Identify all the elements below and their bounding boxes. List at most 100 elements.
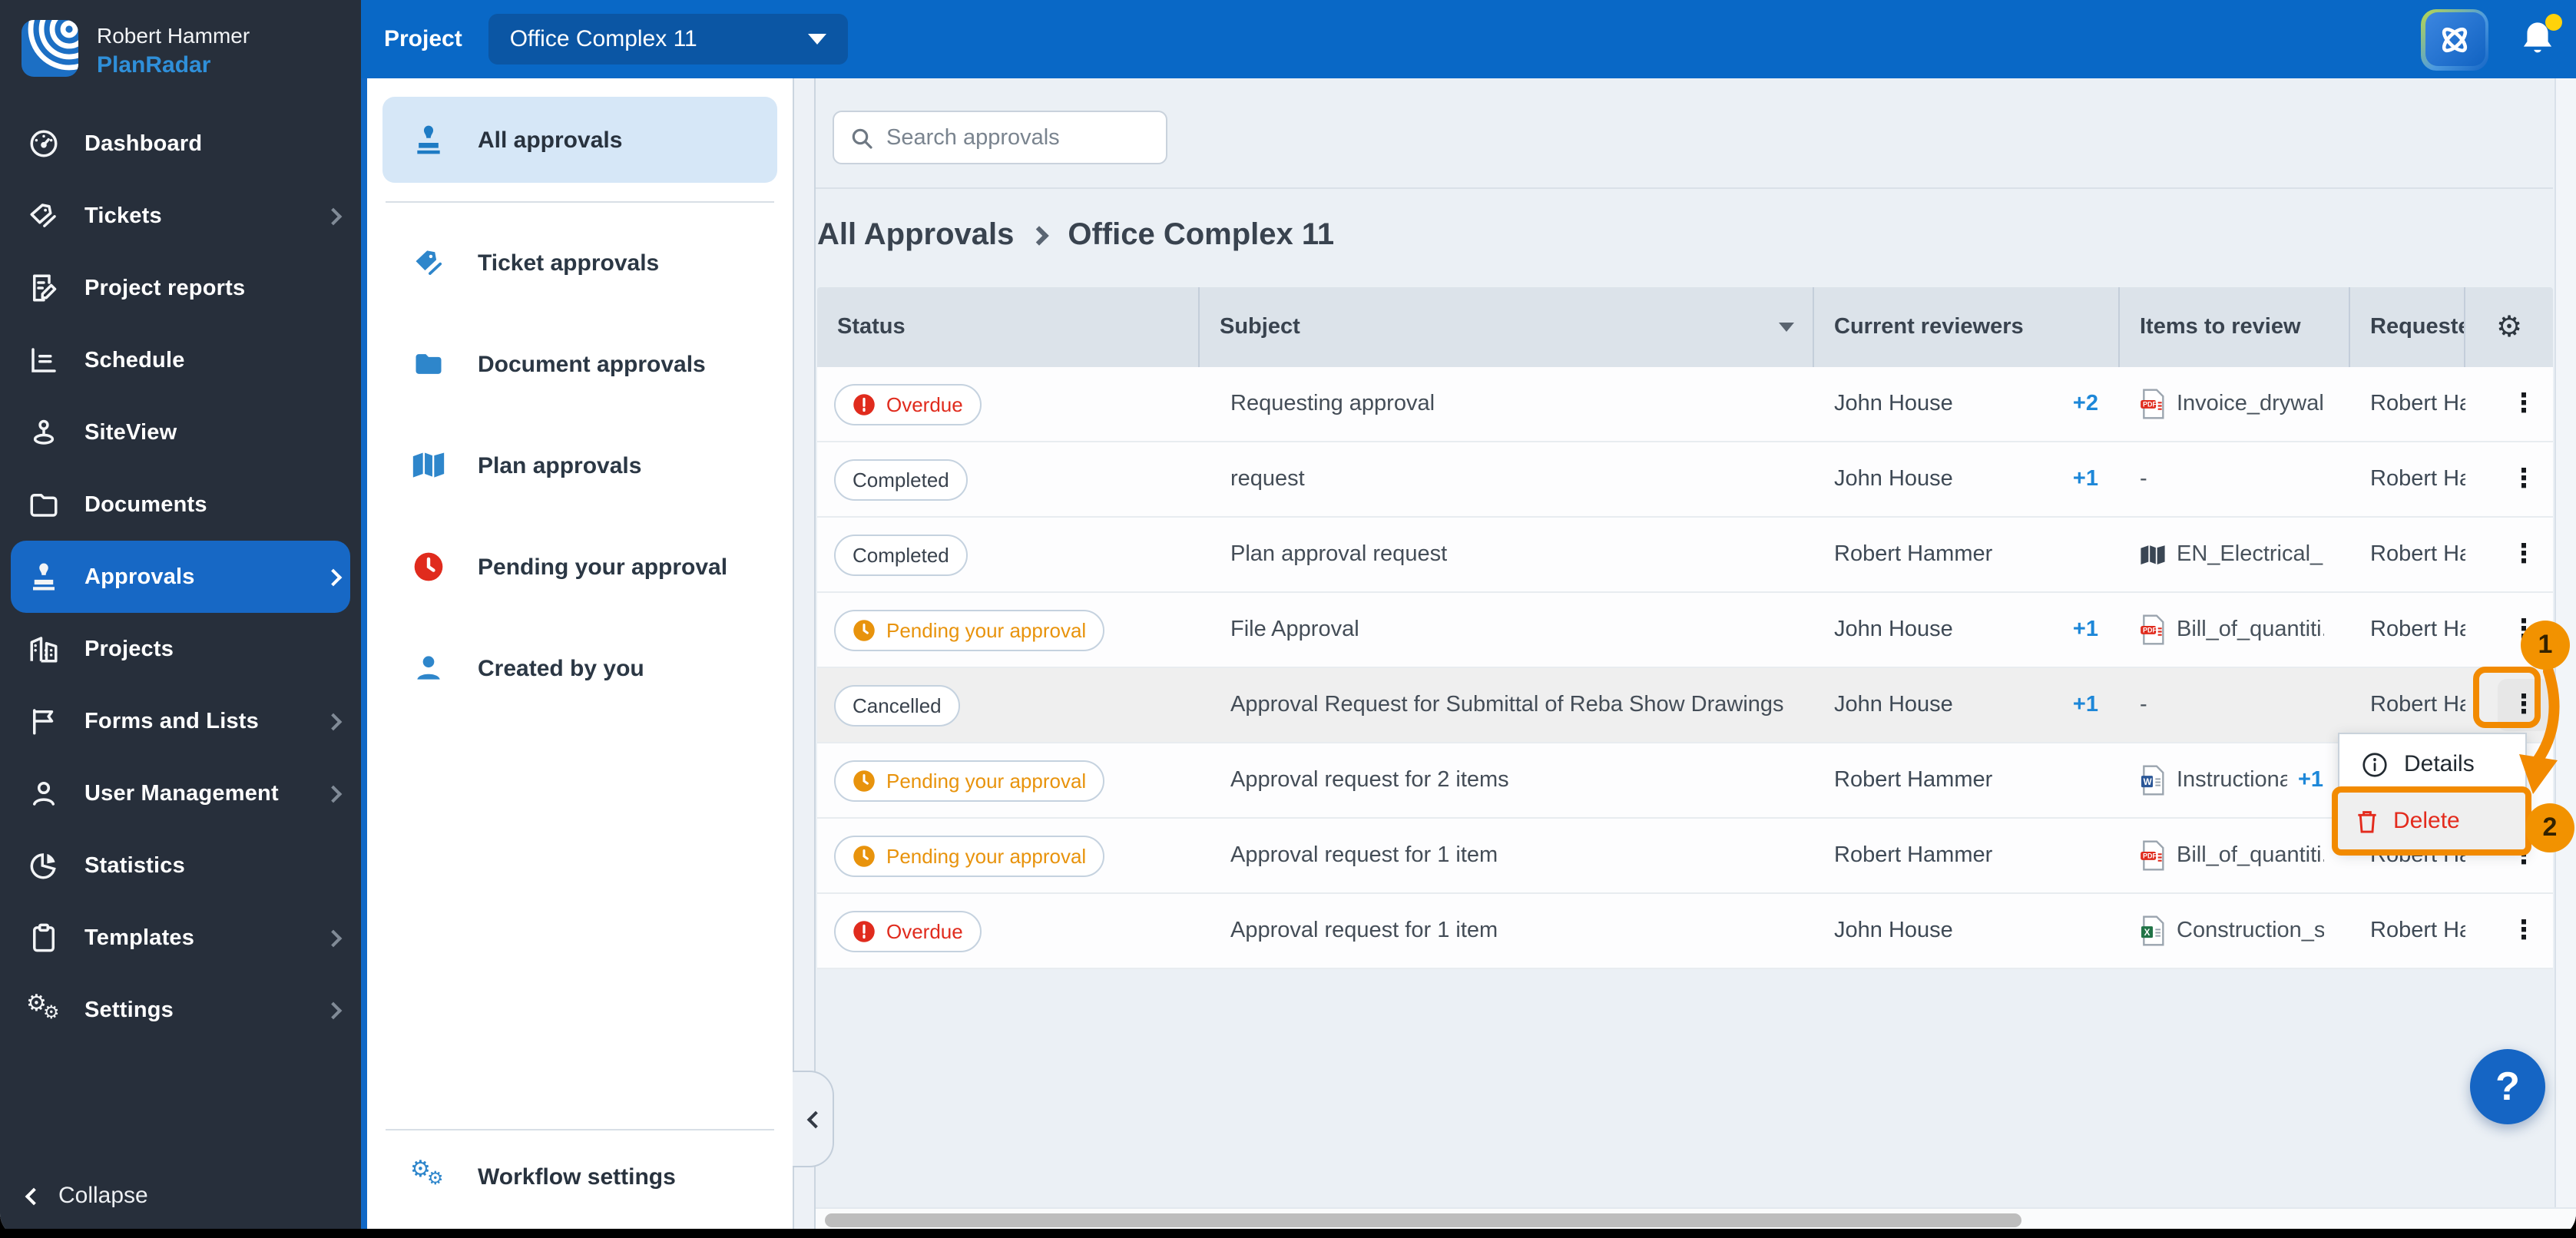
filter-pending-your-approval[interactable]: Pending your approval	[367, 516, 793, 617]
table-row[interactable]: Completed Plan approval request Robert H…	[817, 518, 2553, 593]
sidebar-item-templates[interactable]: Templates	[0, 902, 361, 974]
horizontal-scrollbar-thumb[interactable]	[825, 1213, 2021, 1226]
reviewers-cell: John House +1	[1814, 668, 2120, 742]
row-menu-button[interactable]: ⋮	[2498, 528, 2550, 581]
annotation-step-2: 2	[2525, 803, 2574, 852]
status-badge-pending: Pending your approval	[834, 760, 1105, 801]
column-header-subject[interactable]: Subject	[1200, 287, 1814, 367]
breadcrumb-root[interactable]: All Approvals	[817, 217, 1014, 253]
svg-text:PDF: PDF	[2143, 627, 2157, 634]
planradar-connect-icon[interactable]	[2421, 8, 2488, 70]
subject-cell: Approval request for 1 item	[1230, 919, 1498, 943]
chevron-right-icon	[324, 1001, 343, 1019]
gear-icon: ⚙	[2495, 310, 2523, 344]
requester-cell: Robert Ha	[2370, 693, 2465, 717]
table-row[interactable]: Completed request John House +1 - Robert …	[817, 442, 2553, 518]
chevron-right-icon	[324, 568, 343, 586]
sidebar-item-project-reports[interactable]: Project reports	[0, 252, 361, 324]
pdf-file-icon: PDF	[2140, 389, 2166, 419]
divider	[386, 1129, 774, 1130]
items-cell: WInstructiona...+1	[2120, 743, 2350, 817]
filter-ticket-approvals[interactable]: Ticket approvals	[367, 212, 793, 313]
panel-gutter	[793, 78, 834, 1229]
sidebar-item-schedule[interactable]: Schedule	[0, 324, 361, 396]
more-items-link[interactable]: +1	[2298, 768, 2329, 793]
sidebar-item-tickets[interactable]: Tickets	[0, 180, 361, 252]
top-bar: Project Office Complex 11	[361, 0, 2576, 78]
sidebar-item-forms-and-lists[interactable]: Forms and Lists	[0, 685, 361, 757]
row-menu-button[interactable]: ⋮	[2498, 905, 2550, 957]
svg-text:W: W	[2144, 777, 2152, 787]
table-row[interactable]: Pending your approval File Approval John…	[817, 593, 2553, 668]
row-menu-button[interactable]: ⋮	[2498, 453, 2550, 505]
collapse-sidebar-button[interactable]: Collapse	[25, 1183, 148, 1209]
subject-cell: Approval Request for Submittal of Reba S…	[1230, 693, 1784, 717]
column-header-items-to-review[interactable]: Items to review	[2120, 287, 2350, 367]
column-header-current-reviewers[interactable]: Current reviewers	[1814, 287, 2120, 367]
user-name: Robert Hammer	[97, 23, 250, 48]
filter-created-by-you[interactable]: Created by you	[367, 617, 793, 719]
search-box[interactable]	[833, 111, 1167, 164]
table-row[interactable]: Cancelled Approval Request for Submittal…	[817, 668, 2553, 743]
sidebar-item-settings[interactable]: ⚙ ⚙ Settings	[0, 974, 361, 1046]
chevron-right-icon	[324, 712, 343, 730]
sidebar-item-approvals[interactable]: Approvals	[11, 541, 350, 613]
row-menu-button[interactable]: ⋮	[2498, 378, 2550, 430]
filter-plan-approvals[interactable]: Plan approvals	[367, 415, 793, 516]
brand-name: PlanRadar	[97, 52, 211, 78]
sidebar-item-statistics[interactable]: Statistics	[0, 829, 361, 902]
column-settings-button[interactable]: ⚙	[2465, 287, 2553, 367]
notifications-bell-icon[interactable]	[2518, 13, 2562, 61]
menu-item-delete[interactable]: Delete	[2332, 786, 2531, 856]
user-icon	[26, 776, 60, 810]
collapse-panel-handle[interactable]	[793, 1071, 834, 1167]
reviewers-cell: John House +1	[1814, 442, 2120, 516]
breadcrumb-current: Office Complex 11	[1068, 217, 1335, 251]
filter-all-approvals[interactable]: All approvals	[382, 97, 777, 183]
table-row[interactable]: Pending your approval Approval request f…	[817, 819, 2553, 894]
more-reviewers-link[interactable]: +1	[2073, 467, 2120, 492]
status-badge-pending: Pending your approval	[834, 835, 1105, 876]
help-button[interactable]: ?	[2470, 1049, 2545, 1124]
status-badge-cancelled: Cancelled	[834, 684, 960, 726]
items-cell: -	[2140, 693, 2147, 717]
column-header-requester[interactable]: Requester	[2350, 287, 2465, 367]
sidebar-item-dashboard[interactable]: Dashboard	[0, 108, 361, 180]
project-select[interactable]: Office Complex 11	[488, 14, 848, 65]
items-cell: PDF Bill_of_quantiti...	[2120, 593, 2350, 667]
trash-icon	[2355, 807, 2379, 835]
project-reports-icon	[26, 271, 60, 305]
more-reviewers-link[interactable]: +1	[2073, 617, 2120, 642]
planradar-logo-icon	[22, 20, 78, 77]
items-cell: EN_Electrical_...	[2120, 518, 2350, 591]
requester-cell: Robert Ha	[2370, 617, 2465, 642]
project-label: Project	[384, 26, 462, 52]
search-input[interactable]	[886, 125, 1151, 150]
workflow-settings-button[interactable]: ⚙ ⚙ Workflow settings	[367, 1155, 793, 1195]
horizontal-scrollbar[interactable]	[816, 1207, 2576, 1229]
siteview-icon	[26, 415, 60, 449]
documents-icon	[26, 488, 60, 521]
reviewers-cell: Robert Hammer	[1834, 843, 1993, 868]
sidebar-item-documents[interactable]: Documents	[0, 468, 361, 541]
chevron-left-icon	[806, 1110, 825, 1128]
menu-item-details[interactable]: Details	[2339, 734, 2525, 794]
stamp-icon	[410, 121, 447, 158]
sidebar-item-siteview[interactable]: SiteView	[0, 396, 361, 468]
table-row[interactable]: Pending your approval Approval request f…	[817, 743, 2553, 819]
sidebar-item-user-management[interactable]: User Management	[0, 757, 361, 829]
chevron-right-icon	[324, 784, 343, 803]
more-reviewers-link[interactable]: +2	[2073, 392, 2120, 416]
status-badge-pending: Pending your approval	[834, 609, 1105, 650]
map-icon	[410, 447, 447, 484]
table-row[interactable]: Overdue Requesting approval John House +2…	[817, 367, 2553, 442]
notification-badge-dot	[2545, 13, 2562, 30]
approvals-sidebar: All approvals Ticket approvals Document …	[361, 78, 793, 1229]
table-row[interactable]: Overdue Approval request for 1 item John…	[817, 894, 2553, 969]
requester-cell: Robert Ha	[2370, 542, 2465, 567]
filter-document-approvals[interactable]: Document approvals	[367, 313, 793, 415]
schedule-icon	[26, 343, 60, 377]
sidebar-item-projects[interactable]: Projects	[0, 613, 361, 685]
more-reviewers-link[interactable]: +1	[2073, 693, 2120, 717]
column-header-status[interactable]: Status	[817, 287, 1200, 367]
